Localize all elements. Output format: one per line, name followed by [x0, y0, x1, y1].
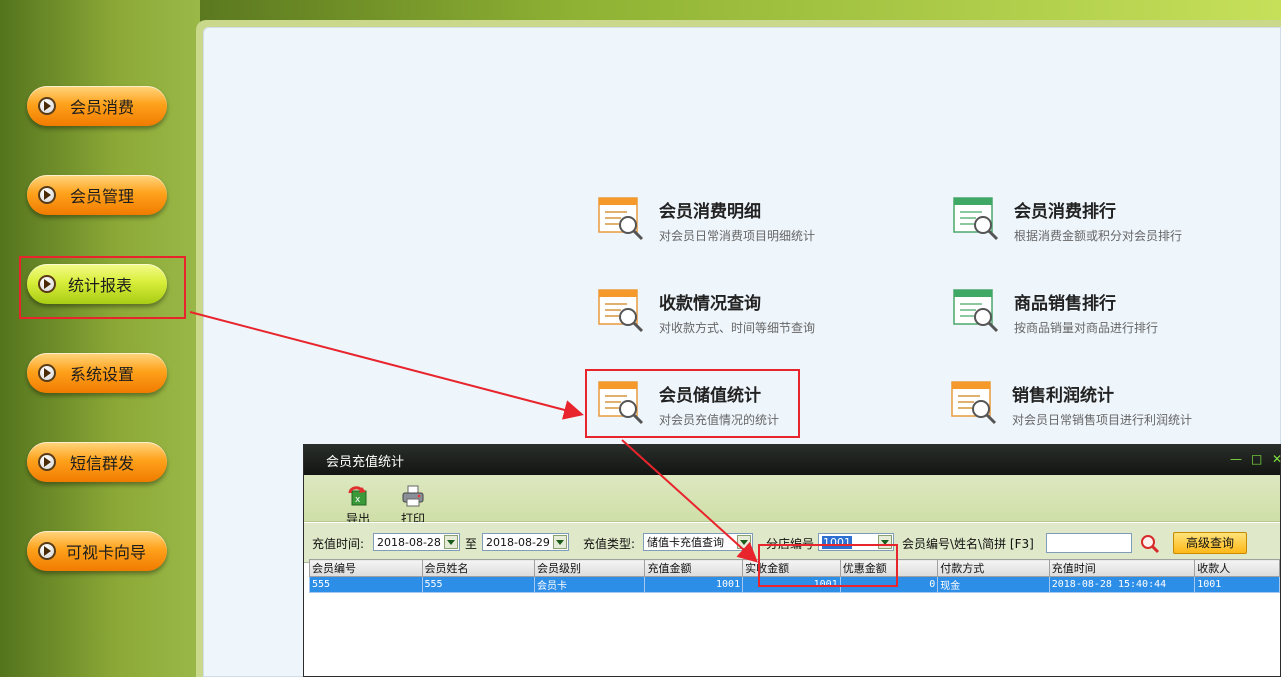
highlight-box-stored-value: [585, 369, 800, 438]
sidebar-item-sms[interactable]: 短信群发: [27, 442, 167, 482]
chevron-down-icon[interactable]: [553, 535, 567, 549]
column-header[interactable]: 付款方式: [937, 559, 1050, 577]
report-sales-profit[interactable]: 销售利润统计 对会员日常销售项目进行利润统计: [950, 380, 1192, 428]
play-icon: [38, 97, 56, 115]
chevron-down-icon[interactable]: [737, 535, 751, 549]
report-desc: 对会员日常销售项目进行利润统计: [1012, 413, 1193, 427]
sidebar-item-card-wizard[interactable]: 可视卡向导: [27, 531, 167, 571]
cell-payment-method: 现金: [937, 576, 1050, 593]
column-header[interactable]: 充值金额: [644, 559, 744, 577]
window-titlebar: 会员充值统计 — □ ✕: [304, 445, 1281, 475]
sidebar-item-settings[interactable]: 系统设置: [27, 353, 167, 393]
recharge-type-value: 储值卡充值查询: [647, 536, 724, 549]
minimize-icon[interactable]: —: [1230, 452, 1242, 466]
report-desc: 对收款方式、时间等细节查询: [659, 321, 816, 335]
sidebar-item-label: 会员消费: [70, 98, 135, 117]
report-member-consume-rank[interactable]: 会员消费排行 根据消费金额或积分对会员排行: [952, 196, 1182, 244]
play-icon: [38, 364, 56, 382]
sidebar-item-label: 会员管理: [70, 187, 135, 206]
report-title: 会员消费排行: [1014, 202, 1116, 222]
cell-member-id: 555: [309, 576, 423, 593]
sidebar-item-label: 系统设置: [70, 365, 135, 384]
report-title: 会员消费明细: [659, 202, 761, 222]
play-icon: [38, 186, 56, 204]
report-title: 商品销售排行: [1014, 294, 1116, 314]
date-to-picker[interactable]: 2018-08-29: [482, 533, 569, 551]
report-icon: [597, 288, 647, 334]
chevron-down-icon[interactable]: [444, 535, 458, 549]
play-icon: [38, 542, 56, 560]
column-header[interactable]: 会员编号: [309, 559, 423, 577]
cell-recharge-amount: 1001: [644, 576, 744, 593]
svg-text:x: x: [355, 495, 361, 505]
cell-member-level: 会员卡: [533, 576, 646, 593]
printer-icon: [401, 485, 425, 507]
sidebar-item-member-manage[interactable]: 会员管理: [27, 175, 167, 215]
date-from-value: 2018-08-28: [377, 535, 441, 549]
report-member-consume-detail[interactable]: 会员消费明细 对会员日常消费项目明细统计: [597, 196, 815, 244]
report-title: 收款情况查询: [659, 294, 761, 314]
play-icon: [38, 453, 56, 471]
report-icon: [952, 288, 1002, 334]
report-payment-query[interactable]: 收款情况查询 对收款方式、时间等细节查询: [597, 288, 815, 336]
report-icon: [952, 196, 1002, 242]
cell-member-name: 555: [421, 576, 535, 593]
column-header[interactable]: 收款人: [1194, 559, 1280, 577]
date-from-picker[interactable]: 2018-08-28: [373, 533, 460, 551]
date-to-value: 2018-08-29: [486, 535, 550, 549]
report-desc: 对会员日常消费项目明细统计: [659, 229, 816, 243]
recharge-type-label: 充值类型:: [583, 537, 636, 551]
report-title: 销售利润统计: [1012, 386, 1114, 406]
highlight-box-reports: [19, 256, 186, 319]
report-desc: 根据消费金额或积分对会员排行: [1014, 229, 1183, 243]
print-button[interactable]: 打印: [393, 485, 433, 527]
search-label: 会员编号\姓名\简拼 [F3]: [902, 537, 1034, 551]
search-icon[interactable]: [1140, 534, 1160, 554]
window-toolbar: x 导出 打印: [304, 475, 1280, 526]
sidebar-item-label: 短信群发: [70, 454, 135, 473]
report-icon: [950, 380, 1000, 426]
sidebar-item-label: 可视卡向导: [66, 543, 147, 562]
export-button[interactable]: x 导出: [338, 485, 378, 527]
window-title: 会员充值统计: [326, 454, 405, 470]
advanced-search-button[interactable]: 高级查询: [1173, 532, 1247, 554]
column-header[interactable]: 会员级别: [533, 559, 646, 577]
column-header[interactable]: 充值时间: [1048, 559, 1196, 577]
maximize-icon[interactable]: □: [1251, 452, 1262, 466]
report-desc: 按商品销量对商品进行排行: [1014, 321, 1159, 335]
column-header[interactable]: 会员姓名: [421, 559, 535, 577]
close-icon[interactable]: ✕: [1272, 452, 1281, 466]
member-search-input[interactable]: [1046, 533, 1132, 553]
sidebar-item-member-consume[interactable]: 会员消费: [27, 86, 167, 126]
cell-cashier: 1001: [1194, 576, 1280, 593]
recharge-type-select[interactable]: 储值卡充值查询: [643, 533, 753, 551]
report-product-sales-rank[interactable]: 商品销售排行 按商品销量对商品进行排行: [952, 288, 1158, 336]
report-icon: [597, 196, 647, 242]
to-label: 至: [465, 537, 478, 551]
cell-recharge-time: 2018-08-28 15:40:44: [1048, 576, 1196, 593]
export-icon: x: [346, 485, 370, 507]
recharge-time-label: 充值时间:: [312, 537, 365, 551]
highlight-box-branch: [758, 544, 898, 587]
